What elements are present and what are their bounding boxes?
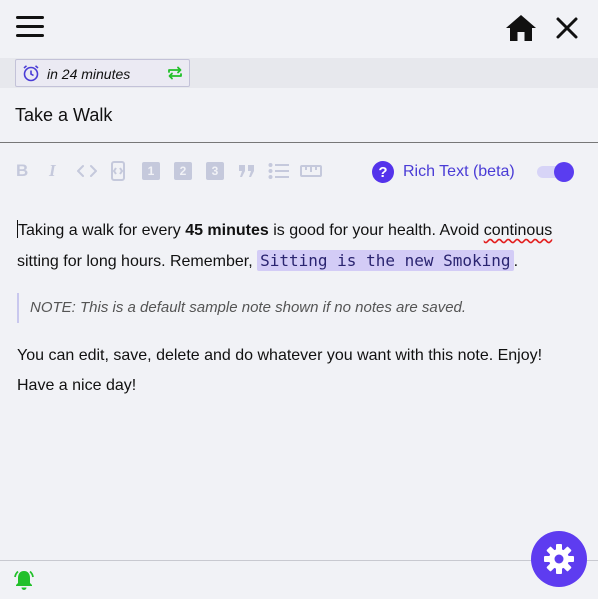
settings-button[interactable] xyxy=(531,531,587,587)
inline-code-text: Sitting is the new Smoking xyxy=(257,250,514,271)
misspelled-word: continous xyxy=(483,222,553,239)
rich-text-toggle[interactable] xyxy=(537,162,577,182)
blockquote: NOTE: This is a default sample note show… xyxy=(17,293,582,323)
repeat-icon[interactable] xyxy=(166,64,184,82)
p1-text: Taking a walk for every xyxy=(18,222,186,239)
heading-2-button[interactable]: 2 xyxy=(174,162,192,180)
gear-icon xyxy=(544,544,574,574)
p1-bold-text: 45 minutes xyxy=(185,222,269,239)
paragraph-1: Taking a walk for every 45 minutes is go… xyxy=(17,216,582,277)
p1-text-after: sitting for long hours. Remember, xyxy=(17,253,258,270)
top-bar xyxy=(0,0,598,58)
note-title-field[interactable]: Take a Walk xyxy=(15,105,112,126)
paragraph-2: You can edit, save, delete and do whatev… xyxy=(17,347,543,364)
close-icon[interactable] xyxy=(555,16,579,40)
help-icon[interactable]: ? xyxy=(372,161,394,183)
paragraph-3: Have a nice day! xyxy=(17,377,137,394)
heading-3-button[interactable]: 3 xyxy=(206,162,224,180)
italic-button[interactable]: I xyxy=(49,161,56,181)
code-block-icon[interactable] xyxy=(110,161,126,181)
p1-text-mid: is good for your health. Avoid xyxy=(268,222,484,239)
note-editor[interactable]: Taking a walk for every 45 minutes is go… xyxy=(17,216,582,401)
bold-button[interactable]: B xyxy=(16,161,28,181)
reminder-strip: in 24 minutes xyxy=(0,58,598,88)
horizontal-rule-icon[interactable] xyxy=(300,161,322,181)
inline-code-icon[interactable] xyxy=(77,161,97,181)
alarm-clock-icon xyxy=(22,64,40,82)
bullet-list-icon[interactable] xyxy=(268,161,290,181)
formatting-toolbar: B I 1 2 3 ? Rich Text (beta) xyxy=(0,156,598,186)
reminder-chip[interactable]: in 24 minutes xyxy=(15,59,190,87)
footer-divider xyxy=(0,560,598,561)
title-row: Take a Walk xyxy=(0,88,598,143)
notification-bell-icon[interactable] xyxy=(13,569,35,591)
blockquote-icon[interactable] xyxy=(238,161,256,181)
home-icon[interactable] xyxy=(505,13,537,43)
reminder-time-text: in 24 minutes xyxy=(47,66,131,82)
p1-text-end: . xyxy=(513,253,519,270)
toggle-knob xyxy=(554,162,574,182)
hamburger-menu-icon[interactable] xyxy=(16,16,46,40)
rich-text-label: Rich Text (beta) xyxy=(403,163,515,180)
heading-1-button[interactable]: 1 xyxy=(142,162,160,180)
